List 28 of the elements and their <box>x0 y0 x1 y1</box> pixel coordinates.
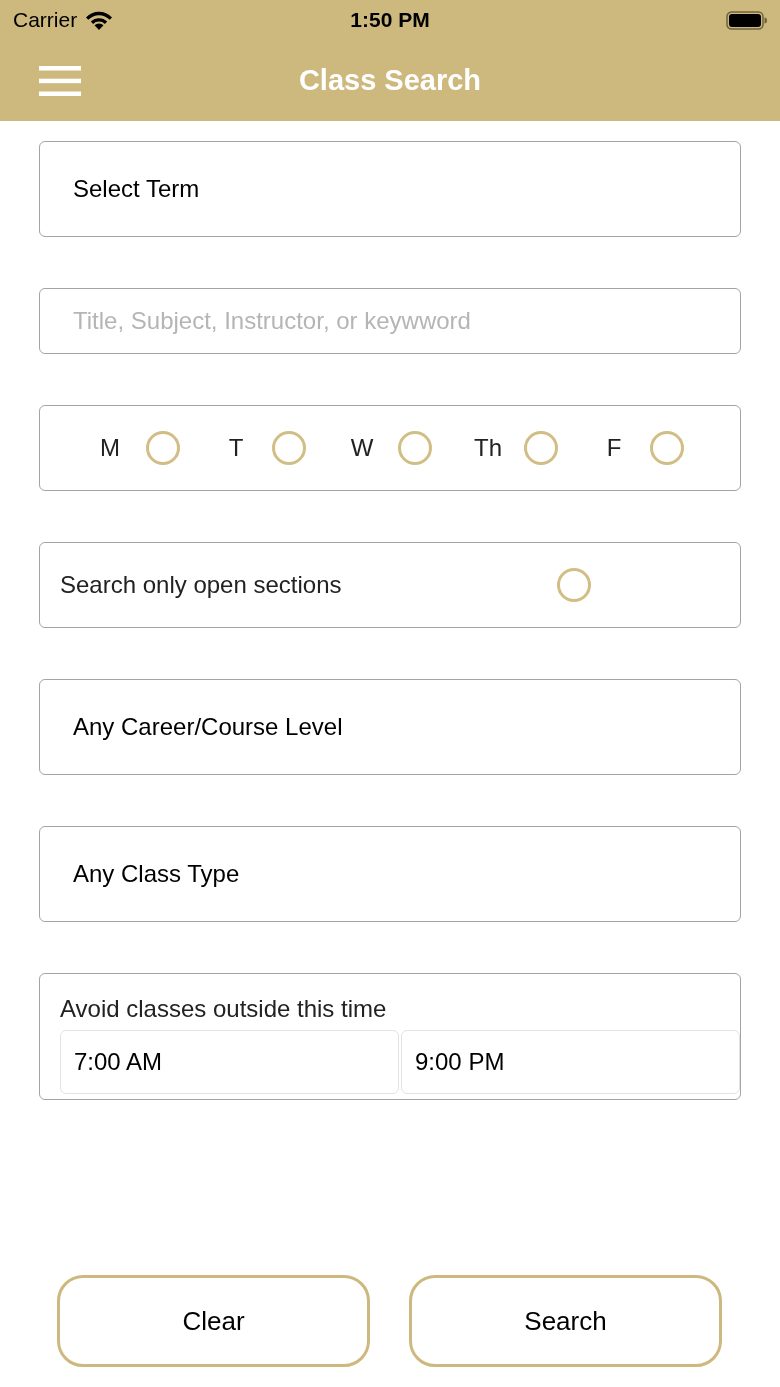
carrier-label: Carrier <box>13 7 78 34</box>
day-radio-button[interactable] <box>650 431 684 465</box>
menu-icon <box>39 65 81 96</box>
day-label: Th <box>473 433 503 463</box>
day-label: T <box>227 433 245 463</box>
day-label: M <box>99 433 121 463</box>
dropdown-field[interactable]: Any Career/Course Level <box>39 679 741 775</box>
search-button[interactable]: Search <box>409 1275 722 1367</box>
time-range-label: Avoid classes outside this time <box>60 994 388 1024</box>
day-radio-button[interactable] <box>524 431 558 465</box>
start-time-field[interactable]: 7:00 AM <box>60 1030 399 1094</box>
clear-button[interactable]: Clear <box>57 1275 370 1367</box>
day-label: F <box>605 433 623 463</box>
wifi-icon <box>85 10 114 30</box>
screen-title: Class Search <box>298 62 482 98</box>
day-radio-button[interactable] <box>146 431 180 465</box>
search-field[interactable]: Title, Subject, Instructor, or keywword <box>39 288 741 354</box>
menu-button[interactable] <box>39 65 81 96</box>
end-time-field[interactable]: 9:00 PM <box>401 1030 740 1094</box>
open-sections-radio-button[interactable] <box>557 568 591 602</box>
day-radio-button[interactable] <box>398 431 432 465</box>
open-sections-label: Search only open sections <box>60 570 343 600</box>
day-label: W <box>349 433 375 463</box>
battery-icon <box>726 10 767 30</box>
dropdown-field[interactable]: Select Term <box>39 141 741 237</box>
dropdown-field[interactable]: Any Class Type <box>39 826 741 922</box>
status-time: 1:50 PM <box>350 7 430 34</box>
day-radio-button[interactable] <box>272 431 306 465</box>
